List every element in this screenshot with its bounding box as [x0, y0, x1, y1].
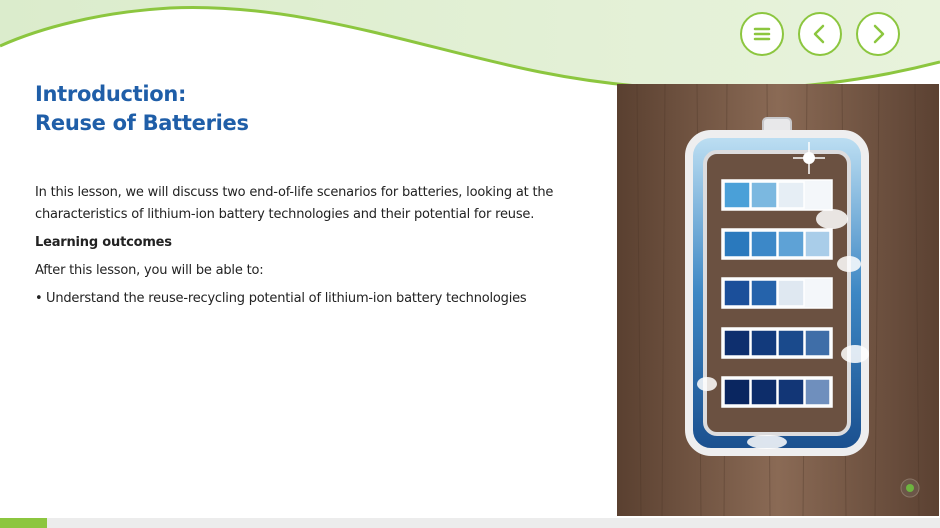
chevron-right-icon: [873, 24, 885, 44]
learning-outcomes-lead: After this lesson, you will be able to:: [35, 263, 264, 278]
navigation-bar: [740, 12, 900, 56]
previous-button[interactable]: [798, 12, 842, 56]
learning-outcomes-heading: Learning outcomes: [35, 235, 172, 250]
lesson-content: Introduction: Reuse of Batteries In this…: [35, 80, 595, 310]
page-title-line-1: Introduction:: [35, 82, 187, 106]
page-title: Introduction: Reuse of Batteries: [35, 80, 595, 138]
chevron-left-icon: [813, 24, 825, 44]
bullet-icon: •: [35, 291, 43, 306]
learning-outcome-item: • Understand the reuse-recycling potenti…: [35, 288, 595, 310]
menu-icon: [753, 27, 771, 41]
battery-illustration: [617, 84, 939, 516]
next-button[interactable]: [856, 12, 900, 56]
intro-text: In this lesson, we will discuss two end-…: [35, 185, 554, 222]
menu-button[interactable]: [740, 12, 784, 56]
learning-outcome-text: Understand the reuse-recycling potential…: [46, 291, 527, 306]
progress-bar: [0, 518, 940, 528]
page-title-line-2: Reuse of Batteries: [35, 111, 249, 135]
progress-bar-fill: [0, 518, 47, 528]
